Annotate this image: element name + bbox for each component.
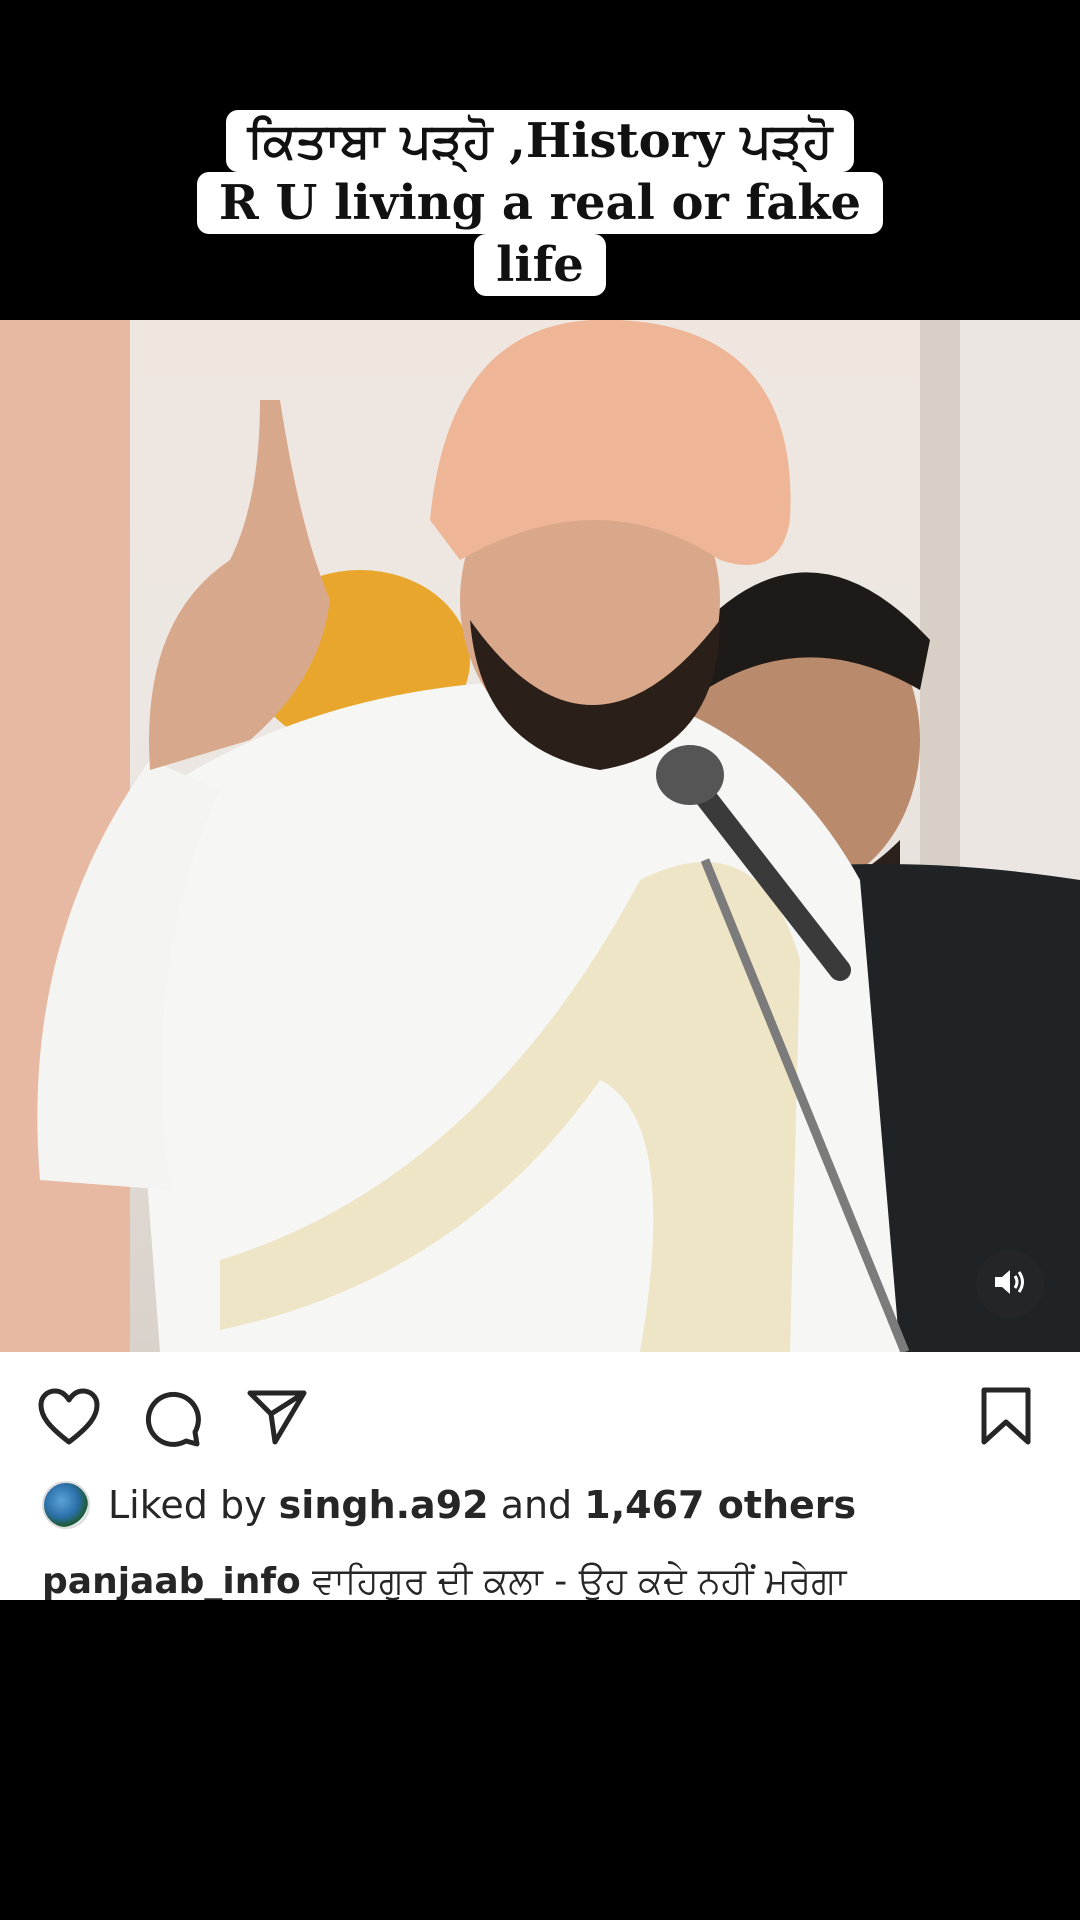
post-caption: panjaab_info ਵਾਹਿਗੁਰ ਦੀ ਕਲਾ - ਉਹ ਕਦੇ ਨਹੀ…	[42, 1552, 846, 1600]
and-text: and	[500, 1483, 573, 1527]
likes-summary[interactable]: Liked by singh.a92 and 1,467 others	[42, 1480, 856, 1530]
author-username-link[interactable]: panjaab_info	[42, 1561, 301, 1600]
caption-text: ਵਾਹਿਗੁਰ ਦੀ ਕਲਾ - ਉਹ ਕਦੇ ਨਹੀਂ ਮਰੇਗਾ	[312, 1561, 847, 1600]
caption-line-3: life	[474, 234, 606, 296]
sound-toggle-button[interactable]	[976, 1250, 1044, 1318]
send-icon[interactable]	[246, 1388, 308, 1450]
comment-icon[interactable]	[142, 1388, 202, 1452]
heart-icon[interactable]	[38, 1388, 100, 1450]
post-panel: Liked by singh.a92 and 1,467 others panj…	[0, 1352, 1080, 1600]
post-video[interactable]	[0, 320, 1080, 1352]
video-frame-illustration	[0, 320, 1080, 1352]
bookmark-icon[interactable]	[980, 1386, 1032, 1450]
speaker-icon	[993, 1267, 1027, 1301]
liked-by-user-link[interactable]: singh.a92	[279, 1483, 489, 1527]
liked-by-prefix: Liked by	[108, 1483, 267, 1527]
video-caption-overlay: ਕਿਤਾਬਾ ਪੜ੍ਹੋ ,History ਪੜ੍ਹੋ R U living a…	[0, 110, 1080, 296]
caption-line-2: R U living a real or fake	[196, 172, 884, 234]
others-count-link[interactable]: 1,467 others	[584, 1483, 856, 1527]
caption-line-1: ਕਿਤਾਬਾ ਪੜ੍ਹੋ ,History ਪੜ੍ਹੋ	[225, 110, 855, 172]
avatar[interactable]	[42, 1481, 90, 1529]
